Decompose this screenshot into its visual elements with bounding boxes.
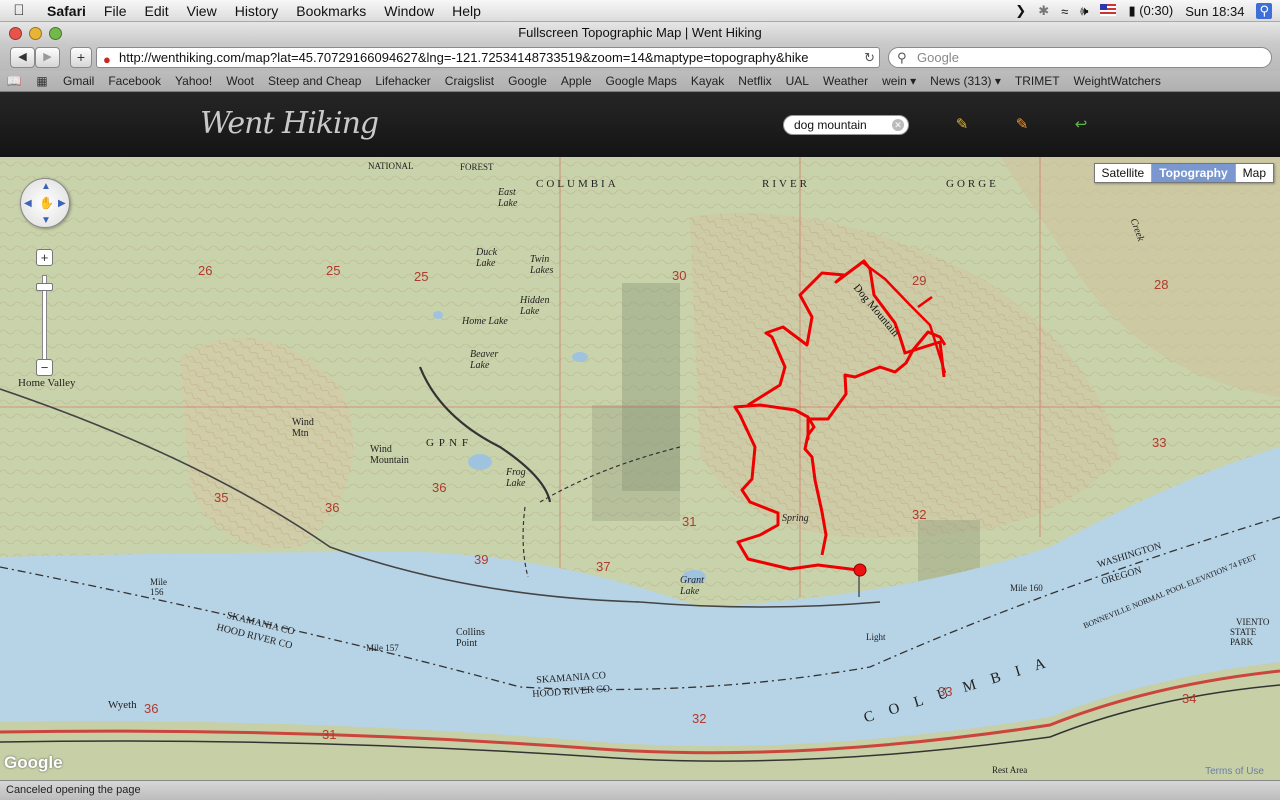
menu-edit[interactable]: Edit — [135, 3, 177, 19]
bookmark-ual[interactable]: UAL — [779, 74, 816, 88]
trailhead-pin-icon[interactable] — [853, 563, 867, 577]
terms-of-use-link[interactable]: Terms of Use — [1205, 766, 1264, 777]
bookmark-craigslist[interactable]: Craigslist — [438, 74, 501, 88]
top-sites-icon[interactable]: ▦ — [28, 74, 56, 88]
minimize-window-button[interactable] — [29, 27, 42, 40]
bookmark-netflix[interactable]: Netflix — [731, 74, 778, 88]
zoom-out-button[interactable]: − — [36, 359, 53, 376]
menu-file[interactable]: File — [95, 3, 136, 19]
clock[interactable]: Sun 18:34 — [1185, 4, 1244, 19]
topographic-map[interactable]: COLUMBIA RIVER GORGE NATIONAL FOREST Eas… — [0, 157, 1280, 780]
pan-left-icon[interactable]: ◀ — [24, 198, 32, 209]
search-placeholder: Google — [917, 50, 959, 65]
wifi-icon[interactable]: ≈ — [1061, 4, 1068, 19]
bookmark-apple[interactable]: Apple — [554, 74, 599, 88]
google-logo[interactable]: Google — [4, 753, 63, 773]
draw-pencil-icon[interactable]: ✎ — [953, 116, 971, 134]
pan-down-icon[interactable]: ▼ — [41, 215, 51, 226]
bookmark-steep-and-cheap[interactable]: Steep and Cheap — [261, 74, 368, 88]
pan-control[interactable]: ▲ ▼ ◀ ▶ ✋ — [20, 178, 70, 228]
menubar-status-area: ❯ ✱ ≈ 🕪 ▮ (0:30) Sun 18:34 ⚲ — [1015, 0, 1272, 22]
map-canvas[interactable] — [0, 157, 1280, 780]
map-type-map[interactable]: Map — [1234, 164, 1273, 182]
bookmark-google-maps[interactable]: Google Maps — [599, 74, 684, 88]
flag-icon[interactable] — [1100, 4, 1117, 18]
search-icon: ⚲ — [897, 50, 907, 65]
window-title: Fullscreen Topographic Map | Went Hiking — [518, 25, 762, 40]
map-type-topography[interactable]: Topography — [1151, 164, 1235, 182]
menu-history[interactable]: History — [226, 3, 288, 19]
address-bar[interactable]: ● http://wenthiking.com/map?lat=45.70729… — [96, 47, 880, 68]
hike-search-input[interactable]: dog mountain ✕ — [783, 115, 909, 135]
battery-time: (0:30) — [1139, 3, 1174, 18]
menu-safari[interactable]: Safari — [38, 3, 95, 19]
browser-toolbar: ◀ ▶ + ● http://wenthiking.com/map?lat=45… — [0, 44, 1280, 71]
bookmark-weather[interactable]: Weather — [816, 74, 875, 88]
bluetooth-icon[interactable]: ✱ — [1038, 3, 1049, 19]
hand-icon: ✋ — [39, 196, 54, 210]
bookmark-lifehacker[interactable]: Lifehacker — [368, 74, 437, 88]
book-icon[interactable]: 📖 — [0, 74, 28, 88]
bookmark-google[interactable]: Google — [501, 74, 554, 88]
apple-menu-icon[interactable]:  — [0, 2, 38, 19]
menu-bookmarks[interactable]: Bookmarks — [287, 3, 375, 19]
bookmark-gmail[interactable]: Gmail — [56, 74, 101, 88]
map-type-satellite[interactable]: Satellite — [1095, 164, 1152, 182]
map-type-control: Satellite Topography Map — [1093, 163, 1274, 183]
play-icon[interactable]: ❯ — [1015, 3, 1026, 19]
bookmarks-bar: 📖 ▦ Gmail Facebook Yahoo! Woot Steep and… — [0, 71, 1280, 92]
status-text: Canceled opening the page — [6, 784, 141, 796]
volume-icon[interactable]: 🕪 — [1080, 3, 1088, 19]
window-titlebar: Fullscreen Topographic Map | Went Hiking — [0, 22, 1280, 44]
bookmark-folder-news[interactable]: News (313) ▾ — [923, 74, 1008, 88]
zoom-window-button[interactable] — [49, 27, 62, 40]
site-logo[interactable]: Went Hiking — [200, 106, 379, 141]
erase-pencil-icon[interactable]: ✎ — [1013, 116, 1031, 134]
bookmark-weightwatchers[interactable]: WeightWatchers — [1067, 74, 1168, 88]
site-header: Went Hiking dog mountain ✕ ✎ ✎ ↩ — [0, 92, 1280, 157]
forward-button[interactable]: ▶ — [35, 47, 60, 68]
bookmark-trimet[interactable]: TRIMET — [1008, 74, 1067, 88]
status-bar: Canceled opening the page — [0, 780, 1280, 800]
hike-search-value: dog mountain — [794, 118, 867, 132]
zoom-in-button[interactable]: + — [36, 249, 53, 266]
bookmark-yahoo[interactable]: Yahoo! — [168, 74, 219, 88]
menubar:  Safari File Edit View History Bookmark… — [0, 0, 1280, 22]
reload-icon[interactable]: ↻ — [864, 48, 875, 67]
map-pin-icon: ● — [103, 52, 111, 67]
battery-status[interactable]: ▮ (0:30) — [1128, 3, 1173, 19]
spotlight-icon[interactable]: ⚲ — [1256, 3, 1272, 19]
pan-up-icon[interactable]: ▲ — [41, 181, 51, 192]
bookmark-kayak[interactable]: Kayak — [684, 74, 731, 88]
bookmark-folder-wein[interactable]: wein ▾ — [875, 74, 923, 88]
undo-icon[interactable]: ↩ — [1072, 116, 1090, 134]
pan-right-icon[interactable]: ▶ — [58, 198, 66, 209]
url-text: http://wenthiking.com/map?lat=45.7072916… — [119, 50, 809, 65]
add-bookmark-button[interactable]: + — [70, 47, 92, 68]
back-button[interactable]: ◀ — [10, 47, 35, 68]
search-input[interactable]: ⚲ Google — [888, 47, 1272, 68]
close-window-button[interactable] — [9, 27, 22, 40]
menu-window[interactable]: Window — [375, 3, 443, 19]
menu-view[interactable]: View — [178, 3, 226, 19]
zoom-slider-thumb[interactable] — [36, 283, 53, 291]
bookmark-facebook[interactable]: Facebook — [101, 74, 168, 88]
menu-help[interactable]: Help — [443, 3, 490, 19]
bookmark-woot[interactable]: Woot — [219, 74, 261, 88]
clear-search-icon[interactable]: ✕ — [892, 119, 904, 131]
